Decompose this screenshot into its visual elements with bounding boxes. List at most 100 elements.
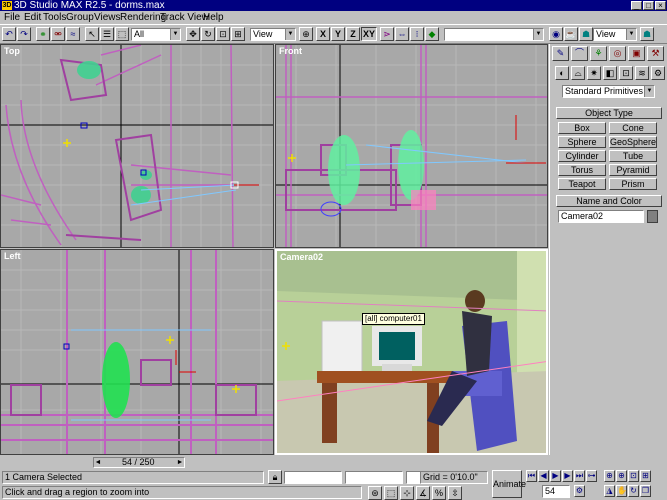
select-object-icon[interactable]: ↖ — [85, 27, 99, 41]
geometry-category-icon[interactable]: ◐ — [555, 66, 569, 80]
object-color-swatch[interactable] — [647, 210, 658, 223]
redo-icon[interactable]: ↷ — [17, 27, 31, 41]
material-editor-icon[interactable]: ◉ — [549, 27, 563, 41]
align-icon[interactable]: ◆ — [425, 27, 439, 41]
select-scale-icon[interactable]: ⊡ — [216, 27, 230, 41]
motion-tab-icon[interactable]: ◎ — [609, 46, 626, 61]
menu-tools[interactable]: Tools — [43, 12, 66, 23]
restrict-x-button[interactable]: X — [316, 27, 330, 41]
go-to-end-icon[interactable]: ⏭ — [574, 470, 585, 482]
pivot-point-icon[interactable]: ⊕ — [299, 27, 313, 41]
zoom-extents-all-icon[interactable]: ⊞ — [640, 470, 651, 482]
go-to-start-icon[interactable]: ⏮ — [526, 470, 537, 482]
cylinder-button[interactable]: Cylinder — [558, 150, 606, 162]
display-tab-icon[interactable]: ▣ — [628, 46, 645, 61]
spacewarps-category-icon[interactable]: ≋ — [635, 66, 649, 80]
close-button[interactable]: × — [655, 1, 666, 10]
snap-toggle-icon[interactable]: ⊹ — [400, 486, 414, 500]
zoom-all-icon[interactable]: ⊕ — [616, 470, 627, 482]
maximize-button[interactable]: □ — [643, 1, 654, 10]
window-crossing-icon[interactable]: ⬚ — [384, 486, 398, 500]
degradation-override-icon[interactable]: ⊛ — [368, 486, 382, 500]
previous-frame-icon[interactable]: ◀ — [538, 470, 549, 482]
time-config-icon[interactable]: ⚙ — [574, 485, 585, 497]
torus-button[interactable]: Torus — [558, 164, 606, 176]
restrict-z-button[interactable]: Z — [346, 27, 360, 41]
viewport-top[interactable]: Top — [0, 44, 274, 248]
prism-button[interactable]: Prism — [609, 178, 657, 190]
unlink-icon[interactable]: ⚮ — [51, 27, 65, 41]
cameras-category-icon[interactable]: ◧ — [603, 66, 617, 80]
tube-button[interactable]: Tube — [609, 150, 657, 162]
utilities-tab-icon[interactable]: ⚒ — [647, 46, 664, 61]
teapot-button[interactable]: Teapot — [558, 178, 606, 190]
zoom-icon[interactable]: ⊕ — [604, 470, 615, 482]
slider-left-arrow-icon[interactable]: ◄ — [94, 458, 102, 467]
animate-button[interactable]: Animate — [492, 470, 526, 498]
geosphere-button[interactable]: GeoSphere — [609, 136, 657, 148]
next-frame-icon[interactable]: ▶ — [562, 470, 573, 482]
cone-button[interactable]: Cone — [609, 122, 657, 134]
bind-spacewarp-icon[interactable]: ≈ — [66, 27, 80, 41]
percent-snap-icon[interactable]: % — [432, 486, 446, 500]
shapes-category-icon[interactable]: ⌓ — [571, 66, 585, 80]
hierarchy-tab-icon[interactable]: ⚘ — [590, 46, 607, 61]
primitive-category-dropdown[interactable]: Standard Primitives ▼ — [562, 85, 655, 98]
menu-help[interactable]: Help — [203, 12, 224, 23]
render-last-icon[interactable]: ☗ — [640, 27, 654, 41]
lock-selection-icon[interactable]: 🔒︎ — [268, 470, 282, 484]
coord-y-field[interactable] — [345, 471, 403, 484]
name-and-color-rollout[interactable]: Name and Color — [556, 195, 662, 207]
coord-x-field[interactable] — [284, 471, 342, 484]
object-name-field[interactable]: Camera02 — [558, 210, 644, 223]
min-max-toggle-icon[interactable]: ❐ — [640, 485, 651, 497]
pan-icon[interactable]: ✋ — [616, 485, 627, 497]
undo-icon[interactable]: ↶ — [2, 27, 16, 41]
select-move-icon[interactable]: ✥ — [186, 27, 200, 41]
select-link-icon[interactable]: ⚭ — [36, 27, 50, 41]
menu-track-view[interactable]: Track View — [160, 12, 209, 23]
menu-edit[interactable]: Edit — [24, 12, 41, 23]
pyramid-button[interactable]: Pyramid — [609, 164, 657, 176]
field-of-view-icon[interactable]: ◮ — [604, 485, 615, 497]
viewport-left[interactable]: Left — [0, 249, 274, 455]
box-button[interactable]: Box — [558, 122, 606, 134]
zoom-extents-icon[interactable]: ⊡ — [628, 470, 639, 482]
menu-file[interactable]: File — [4, 12, 20, 23]
arc-rotate-icon[interactable]: ↻ — [628, 485, 639, 497]
lights-category-icon[interactable]: ✷ — [587, 66, 601, 80]
modify-tab-icon[interactable]: ⌒ — [571, 46, 588, 61]
object-type-rollout[interactable]: Object Type — [556, 107, 662, 119]
spinner-snap-icon[interactable]: ⇳ — [448, 486, 462, 500]
helpers-category-icon[interactable]: ⊡ — [619, 66, 633, 80]
sphere-button[interactable]: Sphere — [558, 136, 606, 148]
systems-category-icon[interactable]: ⚙ — [651, 66, 665, 80]
mirror-icon[interactable]: ⇔ — [395, 27, 409, 41]
menu-views[interactable]: Views — [94, 12, 121, 23]
selection-filter-dropdown[interactable]: All ▼ — [131, 28, 181, 41]
select-rotate-icon[interactable]: ↻ — [201, 27, 215, 41]
create-tab-icon[interactable]: ✎ — [552, 46, 569, 61]
viewport-front[interactable]: Front — [275, 44, 548, 248]
select-by-name-icon[interactable]: ☰ — [100, 27, 114, 41]
slider-right-arrow-icon[interactable]: ► — [176, 458, 184, 467]
restrict-xy-button[interactable]: XY — [361, 27, 377, 41]
viewport-camera02[interactable]: Camera02 [all] computer01 — [275, 249, 548, 455]
angle-snap-icon[interactable]: ∡ — [416, 486, 430, 500]
minimize-button[interactable]: _ — [631, 1, 642, 10]
render-scene-icon[interactable]: ☕ — [564, 27, 578, 41]
array-icon[interactable]: ⁝ — [410, 27, 424, 41]
play-icon[interactable]: ▶ — [550, 470, 561, 482]
restrict-y-button[interactable]: Y — [331, 27, 345, 41]
inverse-kinematics-icon[interactable]: ⋗ — [380, 27, 394, 41]
key-mode-icon[interactable]: ⊶ — [586, 470, 597, 482]
reference-coord-dropdown[interactable]: View ▼ — [250, 28, 296, 41]
time-slider[interactable]: ◄ 54 / 250 ► — [93, 457, 185, 468]
quick-render-icon[interactable]: ☗ — [579, 27, 593, 41]
render-type-dropdown[interactable]: View ▼ — [593, 28, 637, 41]
current-frame-field[interactable]: 54 — [542, 485, 570, 498]
named-selection-dropdown[interactable]: ▼ — [444, 28, 544, 41]
select-uniform-scale-icon[interactable]: ⊞ — [231, 27, 245, 41]
menu-group[interactable]: Group — [66, 12, 94, 23]
region-select-icon[interactable]: ⬚ — [115, 27, 129, 41]
